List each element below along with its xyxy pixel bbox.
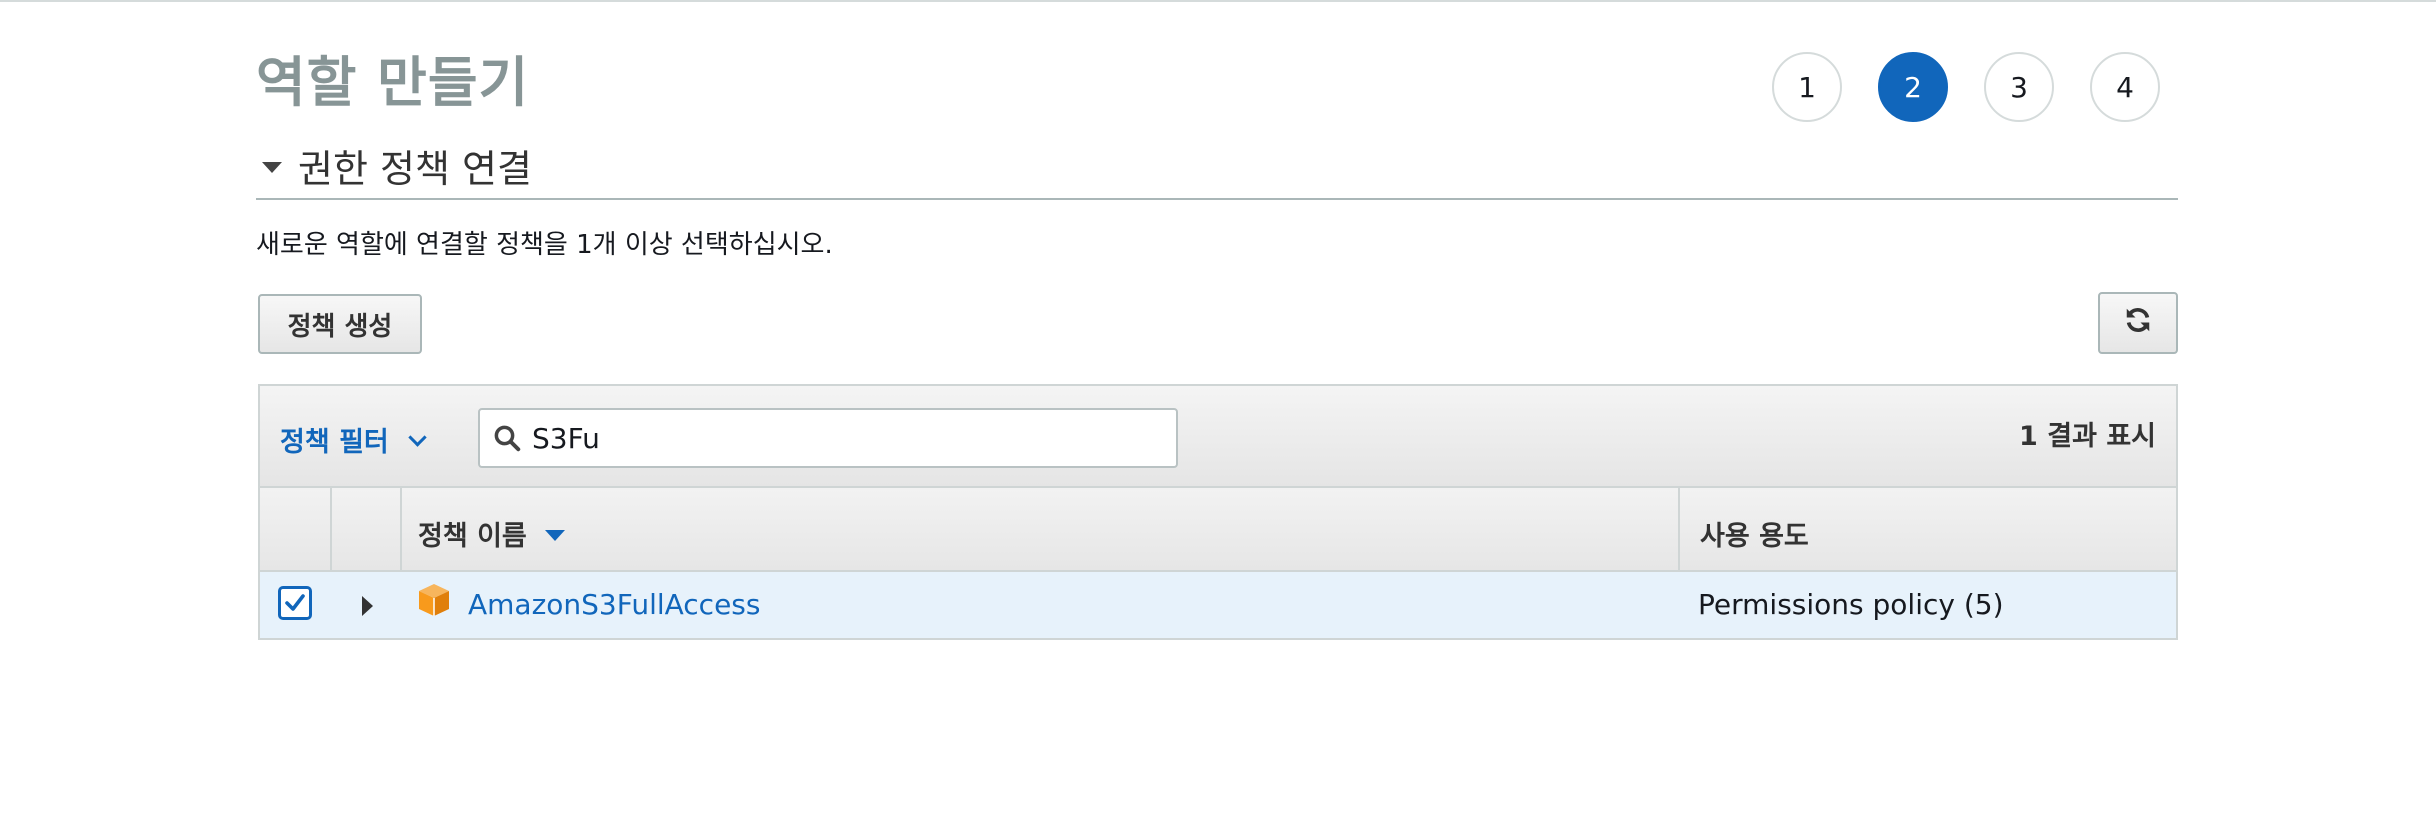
policy-name-link[interactable]: AmazonS3FullAccess <box>468 588 760 621</box>
section-description: 새로운 역할에 연결할 정책을 1개 이상 선택하십시오. <box>256 230 833 260</box>
column-header-usage[interactable]: 사용 용도 <box>1700 514 1809 553</box>
section-header-toggle[interactable]: 권한 정책 연결 <box>262 138 532 193</box>
chevron-down-icon <box>408 428 427 447</box>
policy-usage: Permissions policy (5) <box>1698 588 2004 621</box>
wizard-steps: 1 2 3 4 <box>1772 52 2160 122</box>
top-divider <box>0 0 2436 2</box>
step-4[interactable]: 4 <box>2090 52 2160 122</box>
create-policy-button[interactable]: 정책 생성 <box>258 294 422 354</box>
table-header-row: 정책 이름 사용 용도 <box>260 488 2176 572</box>
result-count: 1 결과 표시 <box>2019 421 2156 452</box>
search-input[interactable] <box>532 421 1132 455</box>
page-title: 역할 만들기 <box>256 51 530 114</box>
caret-down-icon <box>262 162 282 173</box>
column-header-policy-name[interactable]: 정책 이름 <box>418 514 565 553</box>
checkmark-icon <box>285 594 305 611</box>
step-2-current[interactable]: 2 <box>1878 52 1948 122</box>
policy-search-box[interactable] <box>478 408 1178 468</box>
row-select-checkbox[interactable] <box>278 586 312 620</box>
aws-managed-policy-cube-icon <box>416 582 452 618</box>
expand-row-icon[interactable] <box>362 596 373 616</box>
refresh-button[interactable] <box>2098 292 2178 354</box>
section-divider <box>256 198 2178 200</box>
table-row[interactable]: AmazonS3FullAccess Permissions policy (5… <box>260 572 2176 638</box>
section-title: 권한 정책 연결 <box>298 147 532 191</box>
filter-bar: 정책 필터 1 결과 표시 <box>260 386 2176 488</box>
policy-filter-label: 정책 필터 <box>280 427 389 458</box>
policy-table: 정책 필터 1 결과 표시 정책 이름 사용 용도 <box>258 384 2178 640</box>
policy-filter-dropdown[interactable]: 정책 필터 <box>280 420 427 459</box>
column-divider <box>330 488 332 570</box>
sort-down-icon <box>544 530 565 541</box>
step-1[interactable]: 1 <box>1772 52 1842 122</box>
column-divider <box>1678 488 1680 570</box>
step-3[interactable]: 3 <box>1984 52 2054 122</box>
column-header-policy-name-label: 정책 이름 <box>418 521 527 552</box>
column-divider <box>400 488 402 570</box>
search-icon <box>492 423 522 453</box>
refresh-icon <box>2123 305 2153 342</box>
